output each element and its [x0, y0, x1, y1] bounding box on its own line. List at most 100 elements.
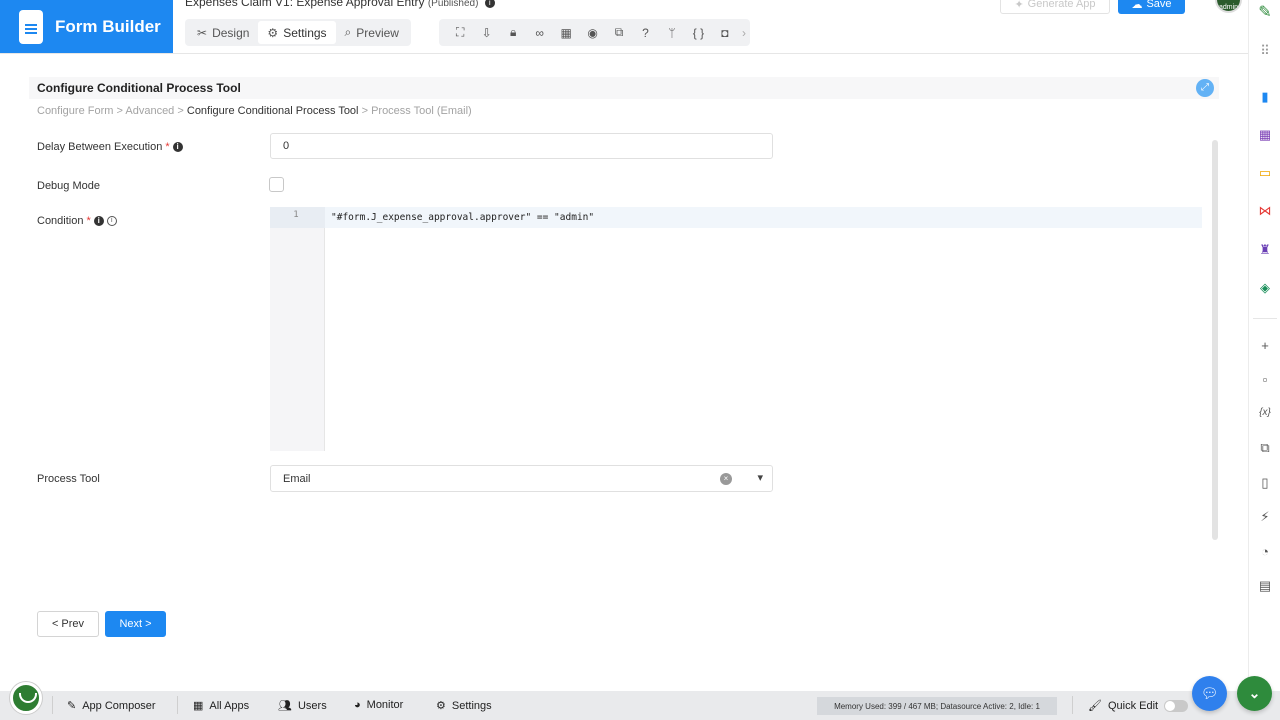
- table-icon[interactable]: ▦: [553, 26, 579, 40]
- condition-code-editor[interactable]: 1 "#form.J_expense_approval.approver" ==…: [270, 207, 1202, 451]
- sidebar-divider: [1253, 318, 1277, 319]
- settings-link[interactable]: ⚙ Settings: [436, 699, 492, 713]
- breadcrumb: Configure Form > Advanced > Configure Co…: [37, 105, 472, 117]
- avatar[interactable]: admin: [1215, 0, 1242, 13]
- grid-icon: ▦: [193, 700, 204, 712]
- bulb-icon: ✦: [1014, 0, 1024, 11]
- quick-edit-switch[interactable]: [1164, 699, 1189, 712]
- robot-icon[interactable]: ♜: [1257, 242, 1273, 258]
- app-composer-link[interactable]: ✎ App Composer: [67, 699, 156, 713]
- eye-icon[interactable]: ◉: [579, 26, 605, 40]
- document-icon[interactable]: ▮: [1257, 89, 1273, 105]
- quick-edit-toggle[interactable]: 🖌︎ Quick Edit: [1088, 699, 1189, 712]
- next-label: Next >: [119, 618, 152, 630]
- process-tool-label-text: Process Tool: [37, 473, 100, 485]
- prev-label: < Prev: [51, 618, 85, 630]
- joget-logo[interactable]: [10, 682, 42, 714]
- save-button[interactable]: ☁ Save: [1118, 0, 1185, 14]
- info-icon[interactable]: i: [93, 216, 104, 226]
- breadcrumb-conditional-process-tool[interactable]: Configure Conditional Process Tool: [187, 105, 359, 117]
- all-apps-link[interactable]: ▦ All Apps: [193, 699, 250, 713]
- paint-bucket-icon[interactable]: ◈: [1257, 280, 1273, 296]
- monitor-icon[interactable]: ▭: [1257, 165, 1273, 181]
- plug-icon[interactable]: ⚡︎: [1257, 509, 1273, 525]
- code-line[interactable]: "#form.J_expense_approval.approver" == "…: [325, 207, 1202, 228]
- tab-settings-label: Settings: [283, 25, 327, 40]
- breadcrumb-advanced[interactable]: Advanced: [125, 105, 174, 117]
- fullscreen-icon[interactable]: ⤢: [1196, 79, 1214, 97]
- chevron-down-icon[interactable]: ▾: [757, 471, 763, 484]
- tab-preview[interactable]: ⌕ Preview: [336, 21, 408, 44]
- page-title: Configure Conditional Process Tool: [37, 81, 241, 95]
- brand-title: Form Builder: [55, 16, 161, 36]
- form-status: (Published): [427, 0, 479, 9]
- pencil-square-icon: ✎: [67, 700, 77, 712]
- variable-icon[interactable]: {x}: [1257, 405, 1273, 421]
- tab-settings[interactable]: ⚙ Settings: [258, 21, 336, 44]
- help-circle-icon[interactable]: i: [106, 216, 117, 226]
- delay-input[interactable]: [270, 133, 773, 159]
- collapse-button[interactable]: ⌄: [1237, 676, 1272, 711]
- process-tool-select[interactable]: Email × ▾: [270, 465, 773, 492]
- chat-icon: 💬︎: [1200, 685, 1219, 701]
- required-marker: *: [86, 215, 91, 227]
- bottom-divider: [177, 696, 178, 714]
- right-sidebar: ✎ ⠿ ▮ ▦ ▭ ⋈ ♜ ◈ + ▫ {x} ⧉ ▯ ⚡︎ ◔ ▤: [1248, 0, 1280, 720]
- process-tool-value: Email: [283, 472, 311, 485]
- info-icon[interactable]: i: [484, 0, 495, 8]
- users-label: Users: [297, 699, 327, 712]
- translate-icon[interactable]: ⧉: [1257, 440, 1273, 456]
- chevron-right-icon[interactable]: ›: [738, 26, 750, 40]
- generate-app-label: Generate App: [1027, 0, 1096, 10]
- avatar-text: admin: [1218, 4, 1239, 11]
- breadcrumb-configure-form[interactable]: Configure Form: [37, 105, 113, 117]
- chat-assistant-button[interactable]: 💬︎: [1192, 676, 1227, 711]
- debug-mode-checkbox[interactable]: [269, 177, 284, 192]
- table-grid-icon[interactable]: ▦: [1257, 127, 1273, 143]
- form-document-icon: [19, 9, 43, 44]
- cogs-icon: ⚙: [436, 700, 446, 712]
- prev-button[interactable]: < Prev: [37, 611, 99, 637]
- all-apps-label: All Apps: [209, 699, 250, 712]
- panel-header: Configure Conditional Process Tool ⤢: [29, 77, 1219, 99]
- clear-icon[interactable]: ×: [720, 473, 732, 485]
- drag-handle-icon[interactable]: ⠿: [1257, 43, 1273, 59]
- bottom-divider: [1072, 696, 1073, 714]
- branch-icon[interactable]: ᛘ: [659, 26, 685, 40]
- file-icon[interactable]: ▯: [1257, 475, 1273, 491]
- edit-icon[interactable]: ✎: [1257, 5, 1273, 21]
- help-icon[interactable]: ?: [632, 26, 658, 40]
- info-icon[interactable]: i: [172, 142, 183, 152]
- sitemap-icon[interactable]: ⛶: [447, 25, 473, 40]
- lock-icon[interactable]: 🔒︎: [500, 25, 526, 40]
- generate-app-button[interactable]: ✦ Generate App: [1000, 0, 1110, 14]
- builder-toolbar: ⛶ ⇩ 🔒︎ ∞ ▦ ◉ ⧉ ? ᛘ { } ◘ ›: [439, 19, 750, 46]
- bottom-divider: [52, 696, 53, 714]
- translate-icon[interactable]: ⧉: [606, 25, 632, 40]
- brand-logo[interactable]: Form Builder: [0, 0, 173, 53]
- sticky-note-icon[interactable]: ▫: [1257, 372, 1273, 388]
- next-button[interactable]: Next >: [105, 611, 166, 637]
- users-link[interactable]: 👥︎ Users: [278, 699, 327, 713]
- delay-label-text: Delay Between Execution: [37, 141, 163, 153]
- monitor-link[interactable]: ◕ Monitor: [354, 699, 403, 711]
- delay-label: Delay Between Execution * i: [37, 141, 183, 153]
- process-flow-icon[interactable]: ⋈: [1257, 203, 1273, 219]
- breadcrumb-process-tool-email: Process Tool (Email): [371, 105, 472, 117]
- camera-icon[interactable]: ◘: [712, 26, 738, 40]
- tab-design[interactable]: ✂ Design: [188, 21, 258, 44]
- cloud-upload-icon: ☁: [1131, 0, 1143, 11]
- quick-edit-label: Quick Edit: [1107, 699, 1159, 712]
- scrollbar[interactable]: [1212, 140, 1218, 540]
- breadcrumb-separator: >: [177, 105, 184, 117]
- settings-label: Settings: [451, 699, 492, 712]
- debug-mode-label: Debug Mode: [37, 180, 100, 192]
- process-tool-label: Process Tool: [37, 473, 100, 485]
- gauge-icon[interactable]: ◔: [1257, 544, 1273, 560]
- log-icon[interactable]: ▤: [1257, 578, 1273, 594]
- binoculars-icon[interactable]: ∞: [526, 26, 552, 40]
- json-icon[interactable]: { }: [685, 26, 711, 40]
- import-icon[interactable]: ⇩: [473, 26, 499, 40]
- condition-label-text: Condition: [37, 215, 84, 227]
- plus-icon[interactable]: +: [1257, 338, 1273, 354]
